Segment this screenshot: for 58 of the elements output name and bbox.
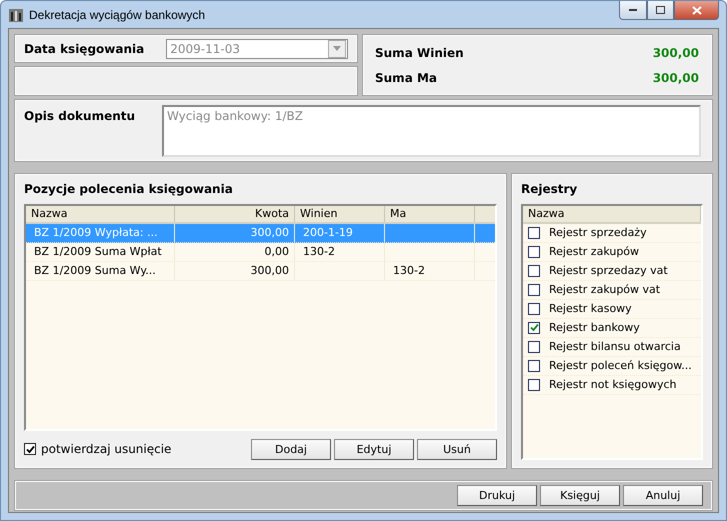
minimize-button[interactable] [619, 1, 647, 20]
register-label: Rejestr sprzedaży [549, 226, 647, 240]
action-button[interactable]: Dodaj [251, 438, 331, 460]
register-checkbox[interactable] [528, 246, 540, 258]
date-label: Data księgowania [24, 42, 144, 56]
close-icon [692, 6, 702, 14]
register-checkbox[interactable] [528, 284, 540, 296]
register-checkbox[interactable] [528, 360, 540, 372]
register-checkbox[interactable] [528, 322, 540, 334]
total-label: Suma Winien [375, 46, 464, 60]
table-cell: BZ 1/2009 Wypłata: ... [26, 224, 175, 242]
column-header[interactable]: Winien [295, 206, 385, 222]
window-title: Dekretacja wyciągów bankowych [29, 8, 206, 22]
table-cell: BZ 1/2009 Suma Wy... [26, 262, 175, 280]
table-cell: 300,00 [175, 262, 295, 280]
register-label: Rejestr bankowy [549, 321, 640, 334]
footer-button[interactable]: Anuluj [623, 484, 703, 506]
minimize-icon [629, 8, 637, 12]
table-cell: 130-2 [385, 262, 475, 280]
column-header[interactable]: Kwota [175, 206, 295, 222]
registers-title: Rejestry [521, 182, 578, 196]
table-cell: 0,00 [175, 242, 295, 261]
close-button[interactable] [674, 1, 719, 20]
table-cell: BZ 1/2009 Suma Wpłat [26, 242, 175, 261]
total-label: Suma Ma [375, 70, 438, 84]
app-icon [8, 6, 24, 22]
register-checkbox[interactable] [528, 340, 540, 353]
table-cell: 130-2 [295, 242, 385, 261]
register-checkbox[interactable] [528, 226, 540, 239]
action-button[interactable]: Edytuj [334, 438, 414, 460]
table-row[interactable]: BZ 1/2009 Suma Wpłat 0,00 130-2 [26, 242, 495, 262]
footer-button[interactable]: Księguj [540, 484, 620, 506]
column-header[interactable]: Nazwa [26, 206, 175, 222]
confirm-checkbox[interactable] [24, 443, 36, 456]
total-value: 300,00 [652, 46, 699, 60]
register-label: Rejestr zakupów [549, 245, 640, 258]
register-label: Rejestr bilansu otwarcia [549, 340, 681, 354]
register-label: Rejestr zakupów vat [549, 283, 660, 296]
maximize-icon [656, 6, 665, 14]
register-checkbox[interactable] [528, 378, 540, 391]
table-cell: 200-1-19 [295, 224, 385, 242]
register-checkbox[interactable] [528, 302, 540, 315]
register-label: Rejestr sprzedazy vat [549, 264, 668, 278]
action-button[interactable]: Usuń [417, 438, 497, 460]
table-cell: 300,00 [175, 224, 295, 242]
register-checkbox[interactable] [528, 264, 540, 277]
description-label: Opis dokumentu [24, 108, 136, 125]
confirm-label: potwierdzaj usunięcie [41, 442, 172, 456]
column-header[interactable]: Ma [385, 206, 475, 222]
register-label: Rejestr kasowy [549, 302, 632, 316]
table-row[interactable]: BZ 1/2009 Suma Wy... 300,00 130-2 [26, 262, 495, 281]
total-value: 300,00 [652, 70, 699, 84]
positions-title: Pozycje polecenia księgowania [24, 182, 234, 196]
column-header[interactable]: Nazwa [523, 206, 701, 222]
register-label: Rejestr not księgowych [549, 378, 676, 392]
footer-button[interactable]: Drukuj [457, 484, 537, 506]
maximize-button[interactable] [647, 1, 674, 20]
register-label: Rejestr poleceń księgow... [549, 359, 692, 372]
